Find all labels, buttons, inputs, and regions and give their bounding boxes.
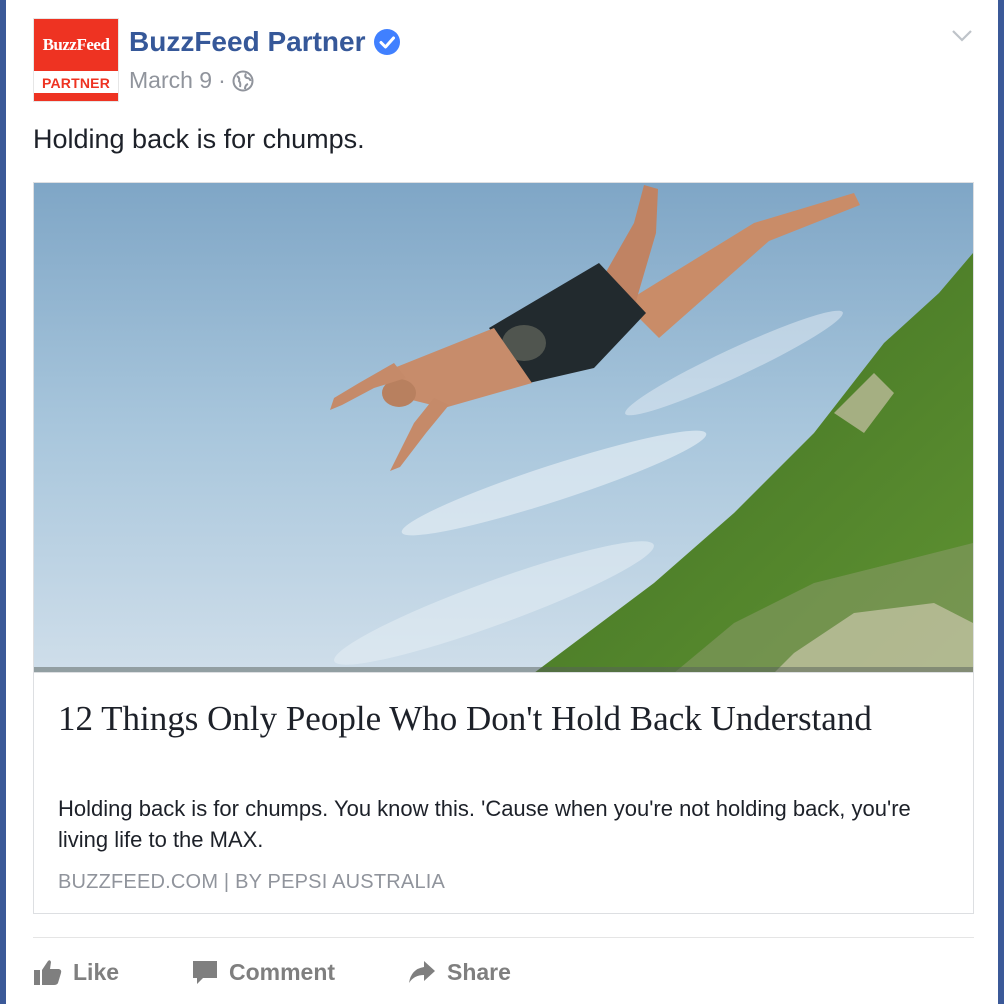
post-meta: March 9 · xyxy=(129,67,254,94)
meta-separator: · xyxy=(218,67,226,93)
globe-icon[interactable] xyxy=(232,70,254,92)
post-card: BuzzFeed PARTNER BuzzFeed Partner March … xyxy=(6,0,998,1004)
share-icon xyxy=(409,961,435,983)
like-button[interactable]: Like xyxy=(33,950,119,994)
comment-button[interactable]: Comment xyxy=(191,950,335,994)
like-label: Like xyxy=(73,958,120,985)
comment-label: Comment xyxy=(229,958,336,985)
link-description: Holding back is for chumps. You know thi… xyxy=(58,796,911,852)
verified-icon xyxy=(374,29,400,55)
avatar-stripe xyxy=(34,93,118,101)
link-source: BUZZFEED.COM | BY PEPSI AUSTRALIA xyxy=(58,871,446,893)
link-preview[interactable]: 12 Things Only People Who Don't Hold Bac… xyxy=(33,182,974,914)
post-message: Holding back is for chumps. xyxy=(33,124,365,154)
avatar-partner-text: PARTNER xyxy=(41,75,111,91)
link-image[interactable] xyxy=(34,183,973,673)
avatar-logo-text: BuzzFeed xyxy=(34,19,118,71)
chevron-down-icon[interactable] xyxy=(950,28,974,44)
share-button[interactable]: Share xyxy=(407,950,511,994)
like-icon xyxy=(34,960,62,985)
post-date[interactable]: March 9 xyxy=(129,67,212,94)
comment-icon xyxy=(193,961,217,984)
page-name-link[interactable]: BuzzFeed Partner xyxy=(129,26,366,58)
actions-divider xyxy=(33,937,974,938)
share-label: Share xyxy=(447,958,511,985)
page-avatar[interactable]: BuzzFeed PARTNER xyxy=(33,18,119,102)
link-title[interactable]: 12 Things Only People Who Don't Hold Bac… xyxy=(58,697,938,741)
